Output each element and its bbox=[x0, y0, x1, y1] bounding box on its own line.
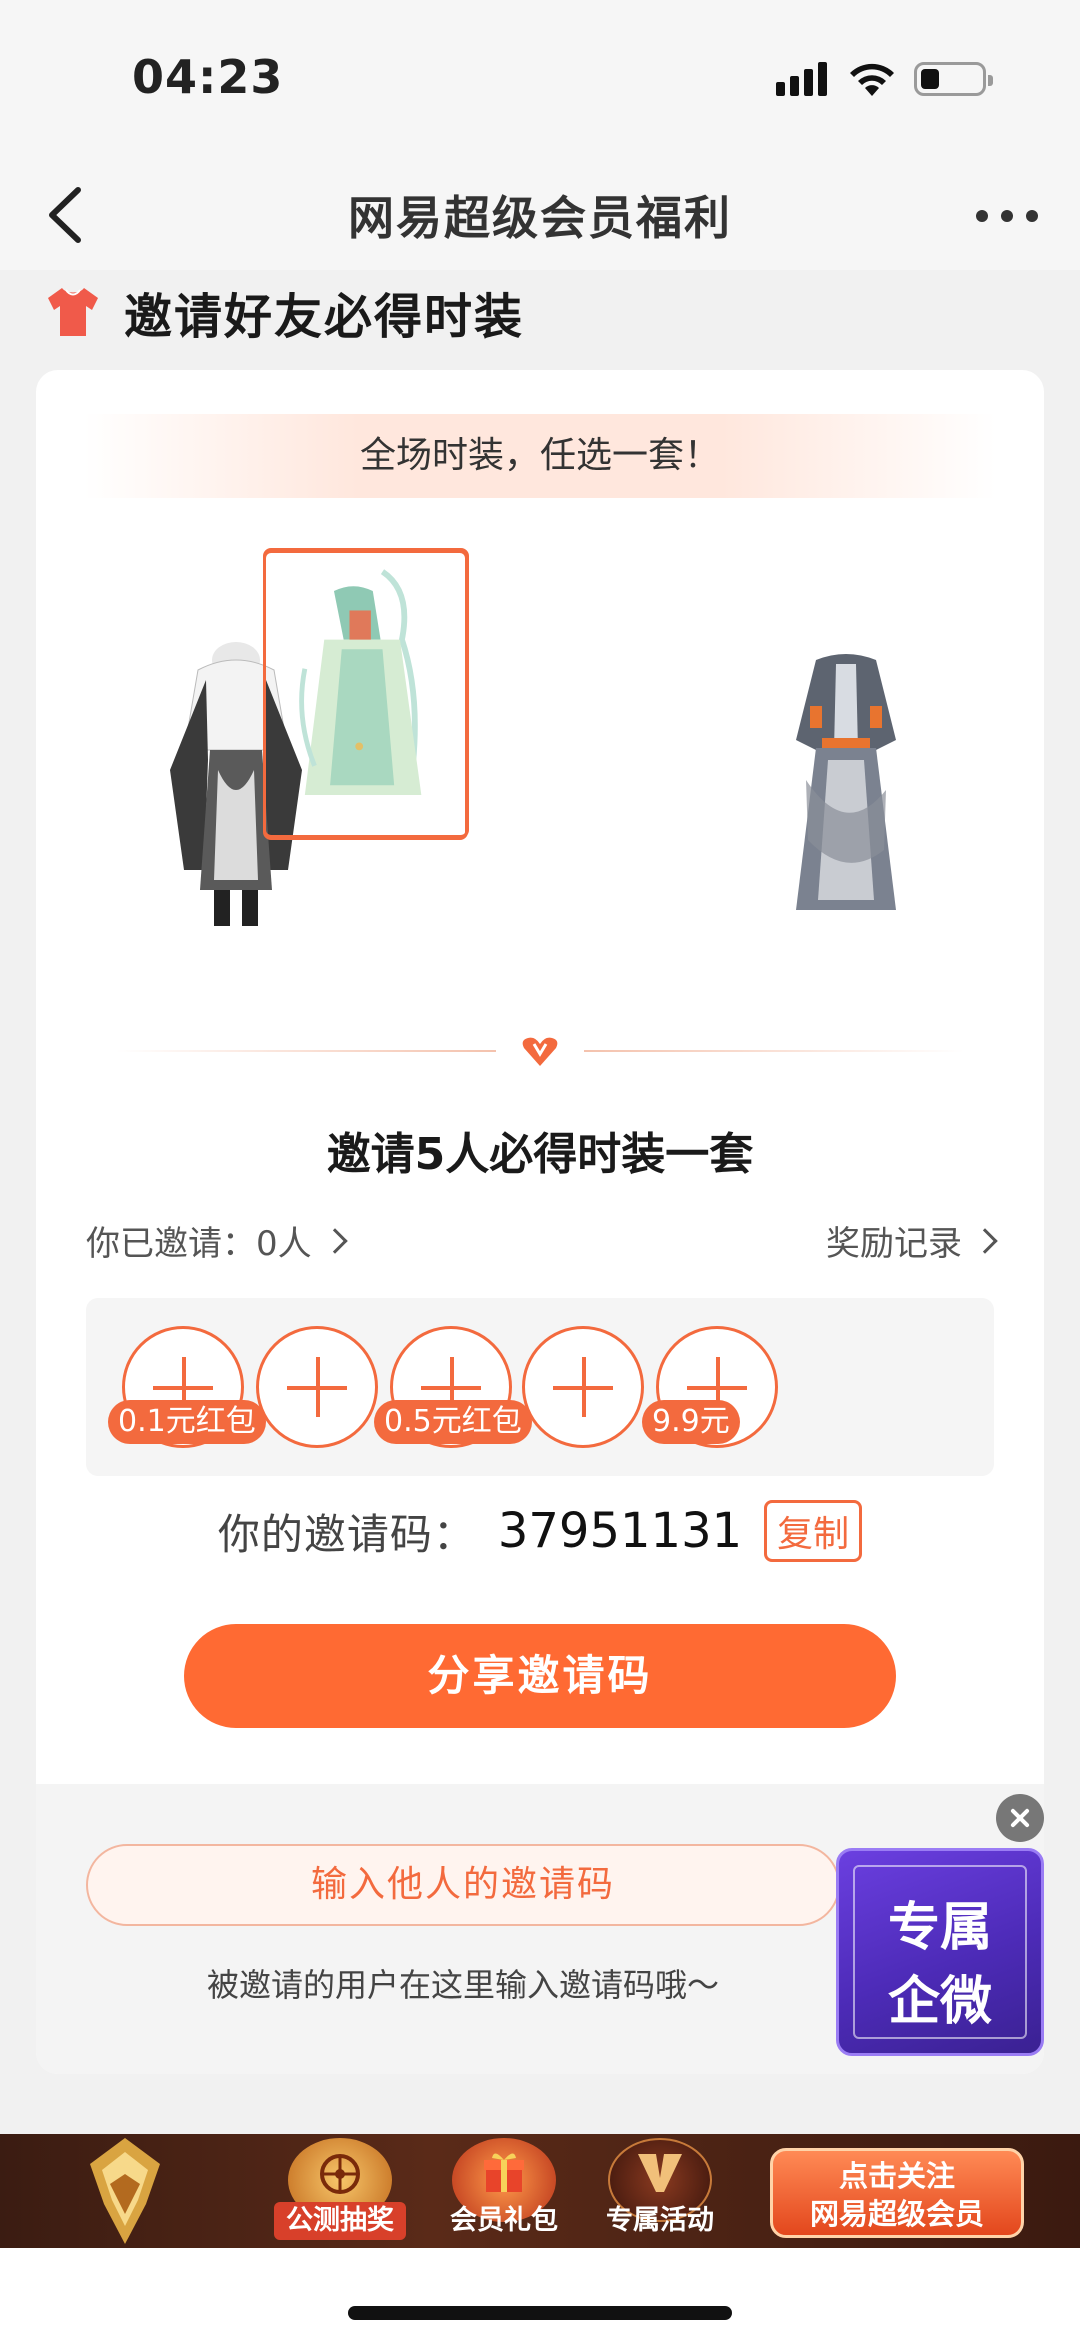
battery-icon bbox=[914, 62, 993, 96]
invited-count-link[interactable]: 你已邀请：0人 bbox=[86, 1216, 348, 1265]
outfit-option-right[interactable] bbox=[766, 620, 926, 950]
reward-records-label: 奖励记录 bbox=[826, 1224, 962, 1264]
cellular-signal-icon bbox=[776, 62, 828, 96]
invite-slot-4[interactable] bbox=[522, 1326, 644, 1448]
chevron-right-icon bbox=[321, 1227, 348, 1254]
promo-line-2: 企微 bbox=[887, 1971, 992, 2032]
invite-code-row: 你的邀请码： 37951131 复制 bbox=[36, 1500, 1044, 1562]
status-bar: 04:23 bbox=[0, 0, 1080, 160]
ad-item-label: 专属活动 bbox=[606, 2205, 714, 2236]
ad-item-activity[interactable]: 专属活动 bbox=[600, 2138, 720, 2248]
ad-item-label: 公测抽奖 bbox=[274, 2202, 406, 2240]
promo-banner: 全场时装，任选一套！ bbox=[84, 414, 996, 498]
cta-line-1: 点击关注 bbox=[838, 2159, 955, 2193]
slot-reward-badge: 0.1元红包 bbox=[108, 1400, 266, 1444]
enter-code-hint: 被邀请的用户在这里输入邀请码哦～ bbox=[206, 1966, 719, 2004]
activity-icon bbox=[638, 2154, 682, 2192]
page-title: 网易超级会员福利 bbox=[348, 191, 732, 245]
follow-cta-button[interactable]: 点击关注 网易超级会员 bbox=[770, 2148, 1024, 2238]
game-logo-icon bbox=[90, 2138, 160, 2244]
wifi-icon bbox=[850, 63, 894, 96]
section-title: 邀请好友必得时装 bbox=[124, 289, 525, 345]
invite-goal-title: 邀请5人必得时装一套 bbox=[326, 1129, 754, 1180]
wheel-icon bbox=[320, 2154, 360, 2194]
shirt-icon bbox=[48, 288, 98, 336]
more-options-icon[interactable] bbox=[972, 198, 1042, 228]
section-header: 邀请好友必得时装 bbox=[44, 282, 524, 345]
divider-right bbox=[584, 1050, 964, 1052]
enter-others-code-button[interactable]: 输入他人的邀请码 bbox=[86, 1844, 840, 1926]
ad-item-label: 会员礼包 bbox=[450, 2205, 558, 2236]
invite-card: 全场时装，任选一套！ 邀请5人必得时装一套 你已邀请：0人 奖励记录 0.1元红… bbox=[36, 370, 1044, 2074]
heart-divider-icon bbox=[522, 1037, 558, 1066]
cta-line-2: 网易超级会员 bbox=[809, 2197, 984, 2231]
invited-count-label: 你已邀请：0人 bbox=[86, 1224, 312, 1264]
nav-bar: 网易超级会员福利 bbox=[0, 160, 1080, 270]
home-indicator[interactable] bbox=[348, 2306, 732, 2320]
invite-code-value: 37951131 bbox=[497, 1503, 743, 1559]
ad-item-gift[interactable]: 会员礼包 bbox=[444, 2138, 564, 2248]
close-promo-icon[interactable] bbox=[996, 1794, 1044, 1842]
outfit-option-center[interactable] bbox=[263, 548, 469, 838]
outfit-carousel bbox=[36, 548, 1044, 1000]
ad-item-lottery[interactable]: 公测抽奖 bbox=[274, 2138, 406, 2248]
divider-left bbox=[116, 1050, 496, 1052]
copy-button[interactable]: 复制 bbox=[764, 1500, 863, 1562]
invite-code-label: 你的邀请码： bbox=[217, 1509, 476, 1559]
share-code-button[interactable]: 分享邀请码 bbox=[184, 1624, 896, 1728]
chevron-right-icon bbox=[972, 1227, 998, 1254]
slot-reward-badge: 0.5元红包 bbox=[374, 1400, 532, 1444]
qiwei-promo[interactable]: 专属 企微 bbox=[836, 1848, 1044, 2056]
bottom-ad-banner[interactable]: 公测抽奖 会员礼包 专属活动 点击关注 网易超级会员 bbox=[0, 2134, 1080, 2248]
status-time: 04:23 bbox=[132, 50, 284, 104]
reward-records-link[interactable]: 奖励记录 bbox=[826, 1216, 998, 1265]
gift-icon bbox=[484, 2153, 524, 2192]
slot-reward-badge: 9.9元 bbox=[642, 1400, 740, 1444]
invite-slots: 0.1元红包 0.5元红包 9.9元 bbox=[86, 1298, 994, 1476]
invite-slot-2[interactable] bbox=[256, 1326, 378, 1448]
promo-line-1: 专属 bbox=[887, 1897, 992, 1958]
bottom-safe-area bbox=[0, 2248, 1080, 2341]
